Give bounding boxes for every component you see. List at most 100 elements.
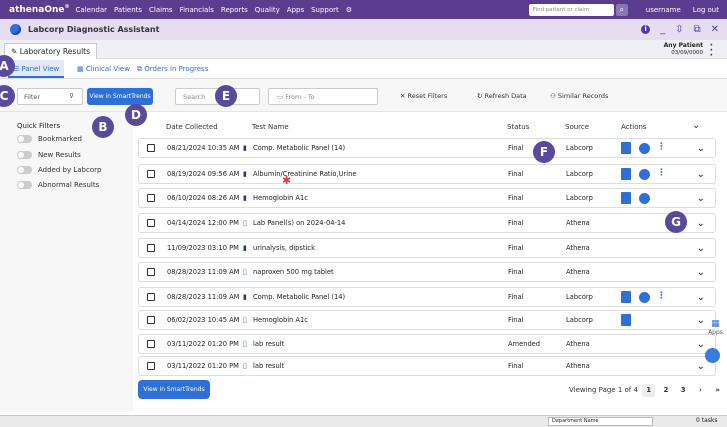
tab-orders-in-progress[interactable]: ⧉ Orders in Progress	[132, 60, 213, 78]
tab-panel-view[interactable]: ☰ Panel View	[8, 60, 65, 78]
expand-row-chevron-icon[interactable]: ⌄	[697, 189, 705, 208]
minimize-icon[interactable]: _	[660, 24, 665, 35]
filter-new-results[interactable]: New Results	[17, 151, 81, 159]
history-clock-icon[interactable]	[639, 193, 650, 204]
nav-calendar[interactable]: Calendar	[76, 6, 107, 14]
bookmark-icon[interactable]: ▯	[243, 214, 247, 233]
row-test-name[interactable]: lab result	[253, 335, 284, 354]
logout-link[interactable]: Log out	[693, 6, 719, 14]
history-clock-icon[interactable]	[639, 169, 650, 180]
close-icon[interactable]: ✕	[711, 24, 719, 35]
trend-flow-icon[interactable]: ⋮	[657, 142, 667, 154]
table-row[interactable]: 11/09/2023 03:10 PM ▮ urinalysis, dipstick…	[138, 238, 716, 258]
lab-results-tab[interactable]: ✎ Laboratory Results	[4, 43, 98, 59]
user-menu[interactable]: username	[646, 6, 681, 14]
nav-patients[interactable]: Patients	[114, 6, 142, 14]
refresh-data-button[interactable]: ↻ Refresh Data	[477, 90, 527, 102]
table-row[interactable]: 03/11/2022 01:20 PM ▯ lab result Amended Ath…	[138, 334, 716, 354]
toggle-switch[interactable]	[17, 166, 32, 174]
header-status[interactable]: Status	[507, 123, 529, 131]
settings-gear-icon[interactable]: ⚙	[346, 6, 352, 14]
expand-row-chevron-icon[interactable]: ⌄	[697, 165, 705, 184]
row-checkbox[interactable]	[147, 170, 155, 178]
expand-row-chevron-icon[interactable]: ⌄	[697, 288, 705, 307]
toggle-switch[interactable]	[17, 181, 32, 189]
reset-filters-button[interactable]: ✕ Reset Filters	[400, 90, 447, 102]
page-2[interactable]: 2	[659, 384, 672, 397]
header-source[interactable]: Source	[565, 123, 589, 131]
table-row[interactable]: 03/11/2022 01:20 PM ▯ lab result Final Athen…	[138, 356, 716, 376]
popout-icon[interactable]: ⧉	[693, 24, 700, 35]
toggle-switch[interactable]	[17, 151, 32, 159]
bookmark-icon[interactable]: ▮	[243, 139, 247, 158]
filter-added-by-labcorp[interactable]: Added by Labcorp	[17, 166, 101, 174]
row-checkbox[interactable]	[147, 144, 155, 152]
header-date-collected[interactable]: Date Collected	[166, 123, 218, 131]
trend-flow-icon[interactable]: ⋮	[657, 168, 667, 180]
expand-row-chevron-icon[interactable]: ⌄	[697, 139, 705, 158]
report-doc-icon[interactable]	[621, 142, 631, 154]
bookmark-icon[interactable]: ▮	[243, 165, 247, 184]
filter-bookmarked[interactable]: Bookmarked	[17, 135, 82, 143]
table-row[interactable]: 08/21/2024 10:35 AM ▮ Comp. Metabolic Pane…	[138, 138, 716, 158]
nav-financials[interactable]: Financials	[180, 6, 214, 14]
next-page-icon[interactable]: ›	[694, 384, 707, 397]
collapse-icon[interactable]: ⇳	[675, 24, 683, 35]
row-test-name[interactable]: Comp. Metabolic Panel (14)	[253, 139, 345, 158]
row-checkbox[interactable]	[147, 362, 155, 370]
row-checkbox[interactable]	[147, 316, 155, 324]
row-test-name[interactable]: Hemoglobin A1c	[253, 311, 308, 330]
department-select[interactable]: Department Name	[548, 417, 653, 426]
view-in-smarttrends-button-bottom[interactable]: View in SmartTrends	[138, 380, 210, 399]
row-checkbox[interactable]	[147, 219, 155, 227]
collapse-all-chevron-icon[interactable]: ⌄	[692, 120, 700, 131]
report-doc-icon[interactable]	[621, 291, 631, 303]
expand-row-chevron-icon[interactable]: ⌄	[697, 239, 705, 258]
report-doc-icon[interactable]	[621, 168, 631, 180]
similar-records-button[interactable]: ⚇ Similar Records	[550, 90, 608, 102]
history-clock-icon[interactable]	[639, 292, 650, 303]
nav-apps[interactable]: Apps	[287, 6, 304, 14]
more-options-icon[interactable]: · · ·	[710, 42, 713, 61]
last-page-icon[interactable]: »	[711, 384, 724, 397]
toggle-switch[interactable]	[17, 135, 32, 143]
row-checkbox[interactable]	[147, 293, 155, 301]
row-checkbox[interactable]	[147, 244, 155, 252]
table-row[interactable]: 08/28/2023 11:09 AM ▯ naproxen 500 mg tabl…	[138, 262, 716, 282]
bookmark-icon[interactable]: ▯	[243, 335, 247, 354]
table-row[interactable]: 06/10/2024 08:26 AM ▮ Hemoglobin A1c Final L…	[138, 188, 716, 208]
filter-abnormal-results[interactable]: Abnormal Results	[17, 181, 99, 189]
row-test-name[interactable]: urinalysis, dipstick	[253, 239, 315, 258]
expand-row-chevron-icon[interactable]: ⌄	[697, 263, 705, 282]
row-test-name[interactable]: naproxen 500 mg tablet	[253, 263, 334, 282]
nav-reports[interactable]: Reports	[221, 6, 248, 14]
search-icon[interactable]: ⌕	[615, 3, 628, 16]
row-test-name[interactable]: Hemoglobin A1c	[253, 189, 308, 208]
nav-claims[interactable]: Claims	[149, 6, 173, 14]
brand-logo[interactable]: athenaOne®	[9, 4, 70, 15]
tab-clinical-view[interactable]: ▦ Clinical View	[72, 60, 135, 78]
header-test-name[interactable]: Test Name	[252, 123, 289, 131]
row-test-name[interactable]: lab result	[253, 357, 284, 376]
table-row[interactable]: 04/14/2024 12:00 PM ▯ Lab Panel(s) on 2024…	[138, 213, 716, 233]
row-checkbox[interactable]	[147, 340, 155, 348]
filter-dropdown[interactable]: Filter ⊽	[17, 88, 83, 105]
row-checkbox[interactable]	[147, 268, 155, 276]
nav-support[interactable]: Support	[311, 6, 339, 14]
bookmark-icon[interactable]: ▯	[243, 311, 247, 330]
page-1[interactable]: 1	[642, 384, 656, 397]
row-test-name[interactable]: Albumin/Creatinine Ratio,Urine	[253, 165, 356, 184]
row-checkbox[interactable]	[147, 194, 155, 202]
table-row[interactable]: 06/02/2023 10:45 AM ▯ Hemoglobin A1c Final L…	[138, 310, 716, 330]
bookmark-icon[interactable]: ▯	[243, 263, 247, 282]
assistant-orb-icon[interactable]	[705, 348, 720, 363]
history-clock-icon[interactable]	[639, 143, 650, 154]
row-test-name[interactable]: Comp. Metabolic Panel (14)	[253, 288, 345, 307]
nav-quality[interactable]: Quality	[255, 6, 280, 14]
tasks-count[interactable]: 0 tasks	[696, 417, 717, 424]
info-icon[interactable]: i	[641, 25, 651, 34]
trend-flow-icon[interactable]: ⋮	[657, 291, 667, 303]
report-doc-icon[interactable]	[621, 314, 631, 326]
expand-row-chevron-icon[interactable]: ⌄	[697, 214, 705, 233]
table-row[interactable]: 08/19/2024 09:56 AM ▮ Albumin/Creatinine R…	[138, 164, 716, 184]
